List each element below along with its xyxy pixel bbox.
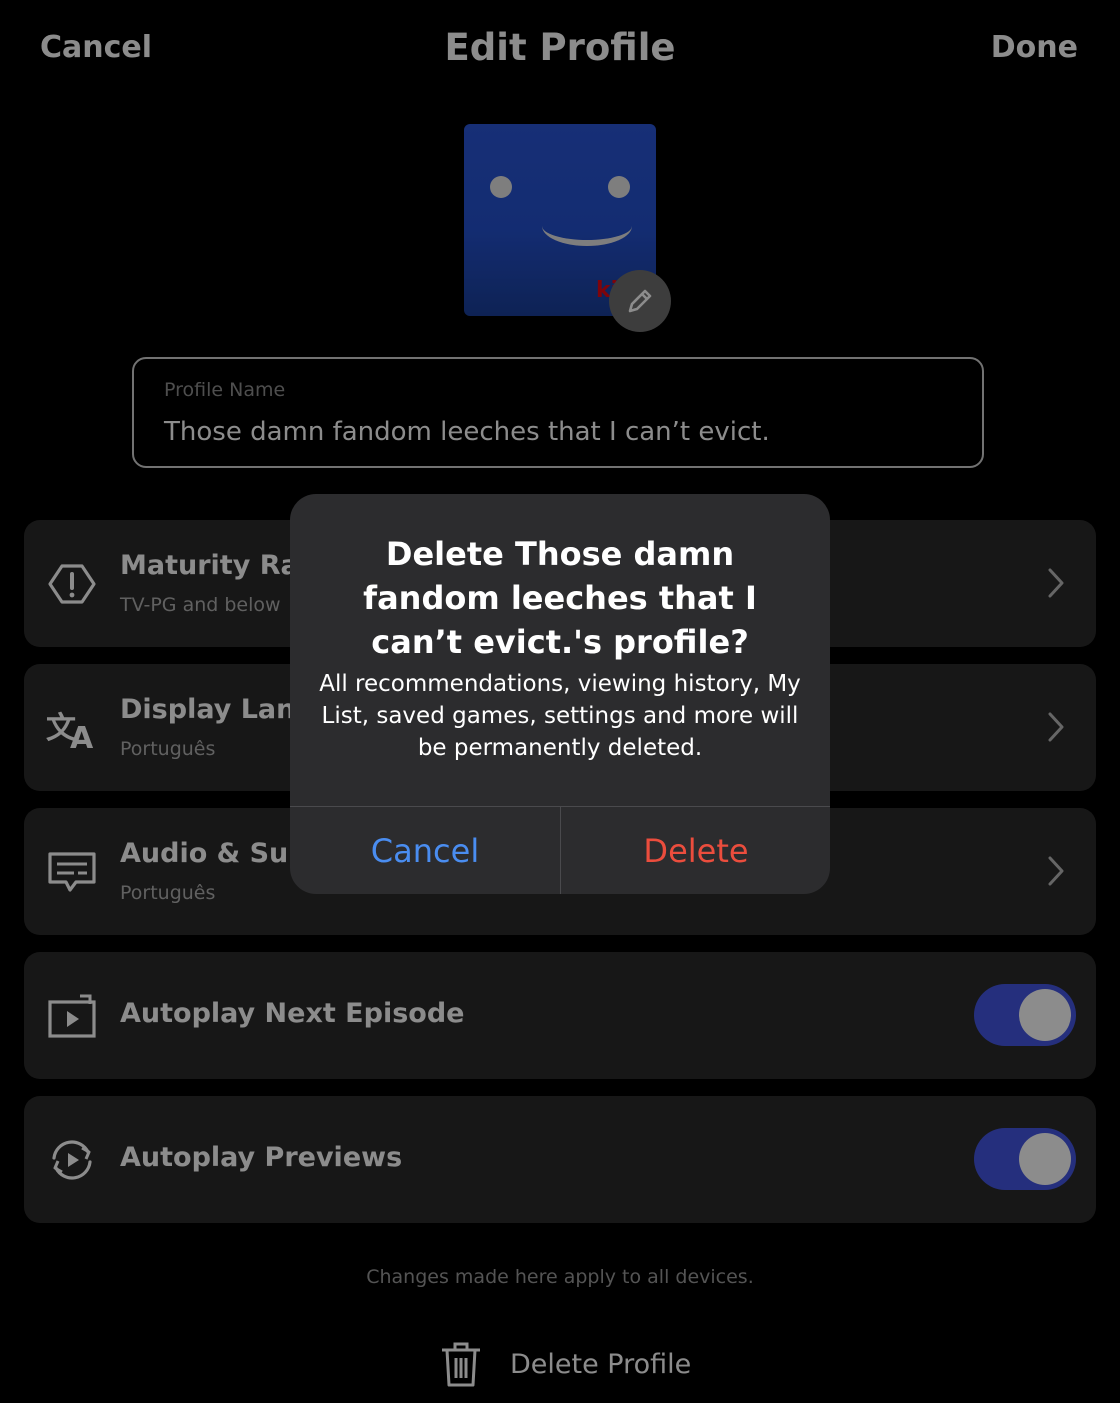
dialog-cancel-button[interactable]: Cancel <box>290 807 560 894</box>
dialog-message: All recommendations, viewing history, My… <box>319 671 801 761</box>
dialog-delete-button[interactable]: Delete <box>561 807 830 894</box>
delete-confirmation-dialog: Delete Those damn fandom leeches that I … <box>290 494 830 894</box>
dialog-title: Delete Those damn fandom leeches that I … <box>363 535 757 661</box>
edit-profile-screen: Cancel Edit Profile Done ki Profile Name… <box>0 0 1120 1403</box>
